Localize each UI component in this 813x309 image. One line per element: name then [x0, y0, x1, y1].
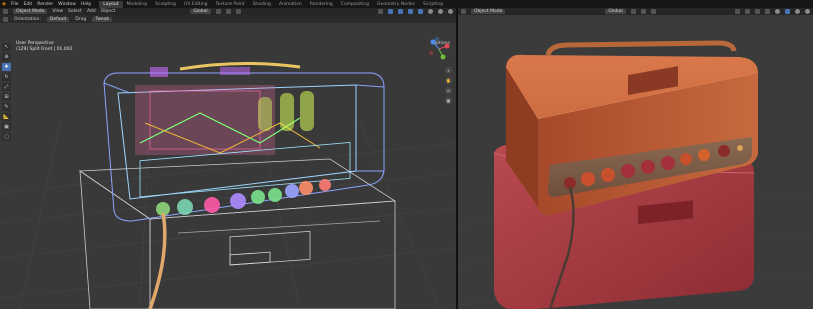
right-rendered-icon[interactable]	[805, 9, 810, 14]
right-xray-icon[interactable]	[765, 9, 770, 14]
shading-material-icon[interactable]	[438, 9, 443, 14]
right-material-icon[interactable]	[795, 9, 800, 14]
left-viewport-header: Object Mode View Select Add Object Globa…	[0, 8, 456, 15]
left-viewport[interactable]: Object Mode View Select Add Object Globa…	[0, 8, 456, 309]
transform-tool-icon-shelf[interactable]: ⊞	[2, 93, 11, 101]
shading-solid-icon[interactable]	[428, 9, 433, 14]
view-object-label: (129) Split Front | 01.002	[16, 47, 73, 52]
tab-compositing[interactable]: Compositing	[337, 1, 373, 8]
right-3d-view[interactable]	[458, 15, 813, 309]
cursor-tool-icon[interactable]: ⊕	[2, 53, 11, 61]
add-cube-tool-icon[interactable]: ▣	[2, 123, 11, 131]
measure-tool-icon[interactable]: 📐	[2, 113, 11, 121]
right-viewport-header: Object Mode Global	[458, 8, 813, 15]
left-tool-settings: Orientation: Default Drag Tweak	[0, 15, 456, 23]
left-menu-object[interactable]: Object	[101, 9, 116, 14]
tab-shading[interactable]: Shading	[249, 1, 275, 8]
proportional-edit-icon[interactable]	[235, 9, 241, 14]
right-proportional-icon[interactable]	[650, 9, 656, 14]
right-gizmo-icon[interactable]	[745, 9, 750, 14]
tab-sculpting[interactable]: Sculpting	[151, 1, 180, 8]
gizmo-toggle-icon[interactable]	[388, 9, 393, 14]
orientation-label: Orientation:	[14, 16, 41, 22]
tab-uv-editing[interactable]: UV Editing	[180, 1, 211, 8]
left-menu-add[interactable]: Add	[87, 9, 96, 14]
right-editor-type-icon[interactable]	[461, 9, 466, 14]
tab-rendering[interactable]: Rendering	[306, 1, 337, 8]
left-menu-select[interactable]: Select	[68, 9, 82, 14]
tweak-tool-icon[interactable]: ↖	[2, 43, 11, 51]
right-wireframe-icon[interactable]	[775, 9, 780, 14]
cabinet-wireframe	[78, 158, 397, 309]
solid-scene	[458, 40, 813, 309]
right-overlay-icon[interactable]	[755, 9, 760, 14]
menu-render[interactable]: Render	[37, 2, 53, 7]
blender-logo-icon[interactable]: ◉	[2, 2, 6, 7]
gizmo-x-axis[interactable]	[444, 43, 450, 49]
shading-wireframe-icon[interactable]	[418, 9, 423, 14]
pivot-icon[interactable]	[215, 9, 221, 14]
left-3d-view[interactable]: User Perspective (129) Split Front | 01.…	[0, 23, 456, 309]
right-shading-solid-icon[interactable]	[785, 9, 790, 14]
right-viewport[interactable]: Object Mode Global	[458, 8, 813, 309]
box-select-tool-icon[interactable]: ▢	[2, 133, 11, 141]
menu-window[interactable]: Window	[58, 2, 76, 7]
rotate-tool-icon[interactable]: ↻	[2, 73, 11, 81]
top-menu: ◉ File Edit Render Window Help	[0, 2, 91, 7]
tab-animation[interactable]: Animation	[275, 1, 306, 8]
move-tool-icon[interactable]: ✥	[2, 63, 11, 71]
perspective-toggle-icon[interactable]: ▦	[445, 97, 452, 104]
tab-modeling[interactable]: Modeling	[123, 1, 151, 8]
transform-tool-icon[interactable]	[3, 16, 8, 22]
cabinet-handle	[229, 251, 271, 266]
right-pivot-icon[interactable]	[630, 9, 636, 14]
top-bar: ◉ File Edit Render Window Help Layout Mo…	[0, 0, 813, 8]
right-mode-select[interactable]: Object Mode	[471, 9, 506, 14]
orientation-select[interactable]: Default	[46, 16, 70, 22]
drag-select[interactable]: Tweak	[92, 16, 113, 22]
viewport-overlay-text: User Perspective (129) Split Front | 01.…	[16, 41, 72, 53]
tab-geometry-nodes[interactable]: Geometry Nodes	[373, 1, 419, 8]
wireframe-scene	[0, 61, 456, 309]
left-menu-view[interactable]: View	[52, 9, 63, 14]
snap-icon[interactable]	[225, 9, 231, 14]
menu-file[interactable]: File	[11, 2, 19, 7]
tab-layout[interactable]: Layout	[99, 0, 123, 8]
drag-label: Drag	[75, 16, 87, 22]
left-mode-select[interactable]: Object Mode	[13, 9, 48, 14]
right-transform-orientation[interactable]: Global	[605, 9, 626, 14]
menu-help[interactable]: Help	[81, 2, 91, 7]
pan-hand-icon[interactable]: ✋	[445, 77, 452, 84]
menu-edit[interactable]: Edit	[23, 2, 32, 7]
tab-texture-paint[interactable]: Texture Paint	[212, 1, 249, 8]
camera-view-icon[interactable]: ⌂	[445, 87, 452, 94]
workspace-tabs: Layout Modeling Sculpting UV Editing Tex…	[99, 0, 447, 8]
right-visibility-icon[interactable]	[735, 9, 740, 14]
tab-scripting[interactable]: Scripting	[419, 1, 447, 8]
left-transform-orientation[interactable]: Global	[190, 9, 211, 14]
gizmo-y-axis[interactable]	[440, 54, 446, 60]
zoom-icon[interactable]: ⌕	[445, 67, 452, 74]
shading-rendered-icon[interactable]	[448, 9, 453, 14]
amp-internals	[135, 61, 321, 155]
scale-tool-icon[interactable]: ⤢	[2, 83, 11, 91]
tool-shelf: ↖ ⊕ ✥ ↻ ⤢ ⊞ ✎ 📐 ▣ ▢	[2, 43, 11, 141]
viewport-nav-buttons: ⌕ ✋ ⌂ ▦	[445, 67, 452, 104]
xray-toggle-icon[interactable]	[408, 9, 413, 14]
gizmo-z-axis[interactable]	[430, 39, 436, 45]
annotate-tool-icon[interactable]: ✎	[2, 103, 11, 111]
visibility-icon[interactable]	[378, 9, 383, 14]
overlay-toggle-icon[interactable]	[398, 9, 403, 14]
right-snap-icon[interactable]	[640, 9, 646, 14]
navigation-gizmo[interactable]	[427, 37, 451, 61]
editor-type-icon[interactable]	[3, 9, 8, 14]
control-knobs	[139, 141, 351, 309]
